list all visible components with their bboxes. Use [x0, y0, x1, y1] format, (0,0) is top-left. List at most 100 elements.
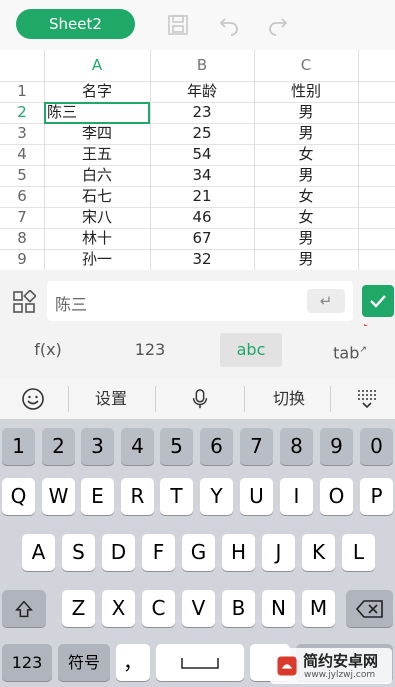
spreadsheet-grid[interactable]: A B C 1 名字 年龄 性别 2 陈三 23 男 3 李四 25 男 4 王… [0, 50, 395, 270]
key-j[interactable]: J [262, 534, 295, 571]
key-a[interactable]: A [22, 534, 55, 571]
cell-edit-input[interactable]: 陈三 ↵ [47, 281, 353, 321]
row-number[interactable]: 8 [0, 228, 44, 249]
table-row: 6 石七 21 女 [0, 186, 395, 207]
row-number[interactable]: 2 [0, 102, 44, 123]
emoji-icon[interactable] [18, 378, 48, 420]
key-o[interactable]: O [320, 478, 353, 515]
key-h[interactable]: H [222, 534, 255, 571]
key-e[interactable]: E [81, 478, 114, 515]
row-number[interactable]: 4 [0, 144, 44, 165]
microphone-icon[interactable] [185, 378, 215, 420]
key-r[interactable]: R [121, 478, 154, 515]
key-4[interactable]: 4 [121, 428, 154, 465]
tab-function[interactable]: f(x) [20, 333, 76, 367]
save-icon[interactable] [166, 13, 190, 37]
keyboard: 设置 切换 1 2 3 4 5 6 7 8 9 0 Q W E R T Y U … [0, 378, 395, 687]
cell[interactable]: 男 [254, 123, 358, 144]
key-c[interactable]: C [142, 590, 175, 627]
tab-number[interactable]: 123 [124, 333, 176, 367]
row-number[interactable]: 5 [0, 165, 44, 186]
cell[interactable]: 25 [150, 123, 254, 144]
shift-key[interactable] [2, 590, 46, 627]
undo-icon[interactable] [217, 13, 241, 37]
cell[interactable]: 21 [150, 186, 254, 207]
key-5[interactable]: 5 [160, 428, 193, 465]
key-7[interactable]: 7 [240, 428, 273, 465]
key-m[interactable]: M [302, 590, 335, 627]
key-8[interactable]: 8 [280, 428, 313, 465]
row-number[interactable]: 9 [0, 249, 44, 270]
row-number[interactable]: 3 [0, 123, 44, 144]
cell[interactable]: 男 [254, 249, 358, 270]
cell[interactable]: 32 [150, 249, 254, 270]
cell[interactable]: 名字 [44, 81, 150, 102]
key-i[interactable]: I [280, 478, 313, 515]
key-d[interactable]: D [102, 534, 135, 571]
cell[interactable]: 年龄 [150, 81, 254, 102]
cell[interactable]: 林十 [44, 228, 150, 249]
cell[interactable]: 46 [150, 207, 254, 228]
space-key[interactable] [156, 644, 244, 681]
cell[interactable]: 男 [254, 165, 358, 186]
cell[interactable]: 李四 [44, 123, 150, 144]
cell[interactable]: 王五 [44, 144, 150, 165]
cell[interactable]: 23 [150, 102, 254, 123]
column-header-b[interactable]: B [150, 50, 254, 81]
cell[interactable]: 54 [150, 144, 254, 165]
redo-icon[interactable] [266, 13, 290, 37]
cell[interactable]: 男 [254, 102, 358, 123]
key-n[interactable]: N [262, 590, 295, 627]
key-g[interactable]: G [182, 534, 215, 571]
key-0[interactable]: 0 [360, 428, 393, 465]
row-number[interactable]: 7 [0, 207, 44, 228]
row-number[interactable]: 6 [0, 186, 44, 207]
key-x[interactable]: X [102, 590, 135, 627]
cell[interactable]: 宋八 [44, 207, 150, 228]
key-y[interactable]: Y [200, 478, 233, 515]
number-mode-key[interactable]: 123 [2, 644, 52, 681]
confirm-button[interactable] [362, 285, 394, 317]
key-w[interactable]: W [42, 478, 75, 515]
key-z[interactable]: Z [62, 590, 95, 627]
key-6[interactable]: 6 [200, 428, 233, 465]
grid-menu-icon[interactable] [12, 289, 37, 314]
enter-key-button[interactable]: ↵ [307, 289, 345, 313]
key-s[interactable]: S [62, 534, 95, 571]
row-number[interactable]: 1 [0, 81, 44, 102]
cell[interactable]: 石七 [44, 186, 150, 207]
key-2[interactable]: 2 [42, 428, 75, 465]
tab-abc[interactable]: abc [220, 333, 282, 367]
comma-key[interactable]: ， [116, 644, 150, 681]
cell[interactable]: 女 [254, 186, 358, 207]
keyboard-switch-button[interactable]: 切换 [258, 378, 320, 420]
symbol-key[interactable]: 符号 [58, 644, 110, 681]
cell[interactable]: 白六 [44, 165, 150, 186]
sheet-tab-button[interactable]: Sheet2 [16, 9, 135, 39]
key-b[interactable]: B [222, 590, 255, 627]
key-f[interactable]: F [142, 534, 175, 571]
tab-tab[interactable]: tab↗ [330, 333, 370, 367]
key-l[interactable]: L [342, 534, 375, 571]
column-header-c[interactable]: C [254, 50, 358, 81]
collapse-keyboard-icon[interactable] [352, 378, 382, 420]
cell[interactable]: 孙一 [44, 249, 150, 270]
cell[interactable]: 男 [254, 228, 358, 249]
backspace-key[interactable] [346, 590, 393, 627]
key-1[interactable]: 1 [2, 428, 35, 465]
key-q[interactable]: Q [2, 478, 35, 515]
key-t[interactable]: T [160, 478, 193, 515]
column-header-a[interactable]: A [44, 50, 150, 81]
key-u[interactable]: U [240, 478, 273, 515]
cell[interactable]: 67 [150, 228, 254, 249]
cell[interactable]: 34 [150, 165, 254, 186]
cell[interactable]: 女 [254, 144, 358, 165]
key-3[interactable]: 3 [81, 428, 114, 465]
cell[interactable]: 女 [254, 207, 358, 228]
key-k[interactable]: K [302, 534, 335, 571]
keyboard-settings-button[interactable]: 设置 [80, 378, 142, 420]
key-p[interactable]: P [360, 478, 393, 515]
cell[interactable]: 性别 [254, 81, 358, 102]
key-9[interactable]: 9 [320, 428, 353, 465]
key-v[interactable]: V [182, 590, 215, 627]
